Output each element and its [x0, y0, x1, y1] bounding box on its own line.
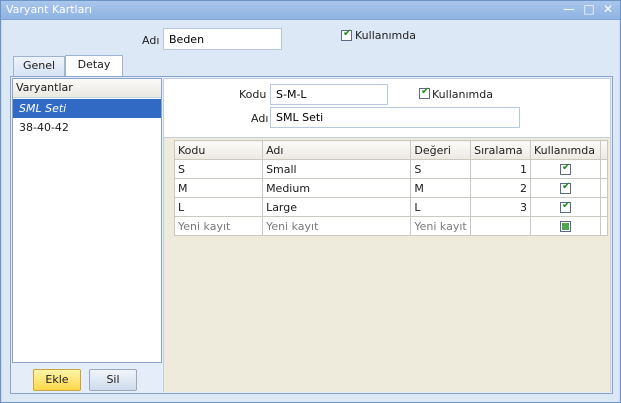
column-header[interactable]: Kodu	[173, 140, 264, 160]
window-body: Adı ✔ Kullanımda Genel Detay Varyantlar …	[2, 20, 619, 402]
name-field[interactable]	[163, 28, 282, 50]
row-checkbox[interactable]: ✔	[559, 181, 571, 194]
cell-order[interactable]: 2	[470, 178, 532, 198]
cell-order[interactable]	[470, 216, 532, 236]
detail-panel: Kodu ✔ Kullanımda Adı Kodu Adı Değeri Sı…	[163, 78, 611, 392]
column-header[interactable]: Sıralama	[470, 140, 532, 160]
row-checkbox[interactable]: ✔	[559, 162, 571, 175]
column-header[interactable]: Adı	[262, 140, 412, 160]
cell-spacer	[599, 216, 609, 236]
grid-container: Kodu Adı Değeri Sıralama Kullanımda S Sm…	[164, 137, 610, 392]
cell-value[interactable]: L	[410, 197, 472, 217]
tab-content: Varyantlar SML Seti 38-40-42 Ekle Sil Ko…	[10, 76, 613, 394]
detail-in-use-checkbox[interactable]: ✔	[419, 86, 430, 99]
cell-spacer	[599, 178, 609, 198]
tab-detay[interactable]: Detay	[65, 55, 123, 76]
cell-code[interactable]: L	[173, 197, 264, 217]
column-header-spacer	[599, 140, 609, 160]
cell-spacer	[599, 197, 609, 217]
cell-order[interactable]: 1	[470, 159, 532, 179]
tab-label: Detay	[77, 58, 111, 71]
cell-name[interactable]: Small	[262, 159, 412, 179]
window-title: Varyant Kartları	[6, 3, 92, 16]
cell-name[interactable]: Medium	[262, 178, 412, 198]
variants-list: Varyantlar SML Seti 38-40-42	[12, 78, 162, 363]
cell-order[interactable]: 3	[470, 197, 532, 217]
cell-code[interactable]: M	[173, 178, 264, 198]
name-label: Adı	[142, 34, 160, 47]
delete-button[interactable]: Sil	[89, 369, 137, 391]
row-checkbox[interactable]: ✔	[559, 200, 571, 213]
column-header[interactable]: Kullanımda	[530, 140, 601, 160]
detail-name-field[interactable]	[270, 107, 520, 128]
minimize-icon[interactable]: —	[561, 2, 577, 17]
column-header[interactable]: Değeri	[410, 140, 472, 160]
code-label: Kodu	[239, 88, 267, 101]
check-icon: ✔	[561, 181, 571, 192]
check-icon: ✔	[343, 28, 352, 39]
in-use-label: Kullanımda	[355, 29, 416, 42]
cell-in-use[interactable]: ✔	[530, 159, 601, 179]
indeterminate-mark	[561, 223, 569, 230]
detail-name-label: Adı	[251, 112, 269, 125]
cell-name[interactable]: Large	[262, 197, 412, 217]
close-icon[interactable]: ✕	[600, 2, 616, 17]
values-grid: Kodu Adı Değeri Sıralama Kullanımda S Sm…	[173, 140, 609, 236]
check-icon: ✔	[561, 162, 571, 173]
table-row[interactable]: S Small S 1 ✔	[173, 159, 609, 179]
table-row[interactable]: M Medium M 2 ✔	[173, 178, 609, 198]
cell-value[interactable]: Yeni kayıt	[410, 216, 472, 236]
grid-header-row: Kodu Adı Değeri Sıralama Kullanımda	[173, 140, 609, 160]
cell-value[interactable]: M	[410, 178, 472, 198]
cell-spacer	[599, 159, 609, 179]
cell-value[interactable]: S	[410, 159, 472, 179]
check-icon: ✔	[421, 86, 430, 97]
list-item[interactable]: SML Seti	[13, 99, 161, 118]
table-row[interactable]: L Large L 3 ✔	[173, 197, 609, 217]
title-bar[interactable]: Varyant Kartları — □ ✕	[1, 1, 620, 20]
code-field[interactable]	[270, 84, 388, 105]
cell-code[interactable]: Yeni kayıt	[173, 216, 264, 236]
cell-in-use[interactable]: ✔	[530, 178, 601, 198]
cell-code[interactable]: S	[173, 159, 264, 179]
row-checkbox[interactable]	[559, 221, 571, 232]
window: Varyant Kartları — □ ✕ Adı ✔ Kullanımda …	[0, 0, 621, 403]
cell-in-use[interactable]	[530, 216, 601, 236]
add-button[interactable]: Ekle	[33, 369, 81, 391]
check-icon: ✔	[561, 200, 571, 211]
tab-label: Genel	[22, 59, 56, 72]
variants-header: Varyantlar	[13, 79, 161, 98]
detail-in-use-label: Kullanımda	[432, 88, 493, 101]
in-use-checkbox[interactable]: ✔	[341, 28, 352, 41]
list-item[interactable]: 38-40-42	[13, 118, 161, 137]
cell-in-use[interactable]: ✔	[530, 197, 601, 217]
maximize-icon[interactable]: □	[581, 2, 597, 17]
cell-name[interactable]: Yeni kayıt	[262, 216, 412, 236]
tab-genel[interactable]: Genel	[13, 56, 65, 76]
new-record-row[interactable]: Yeni kayıt Yeni kayıt Yeni kayıt	[173, 216, 609, 236]
